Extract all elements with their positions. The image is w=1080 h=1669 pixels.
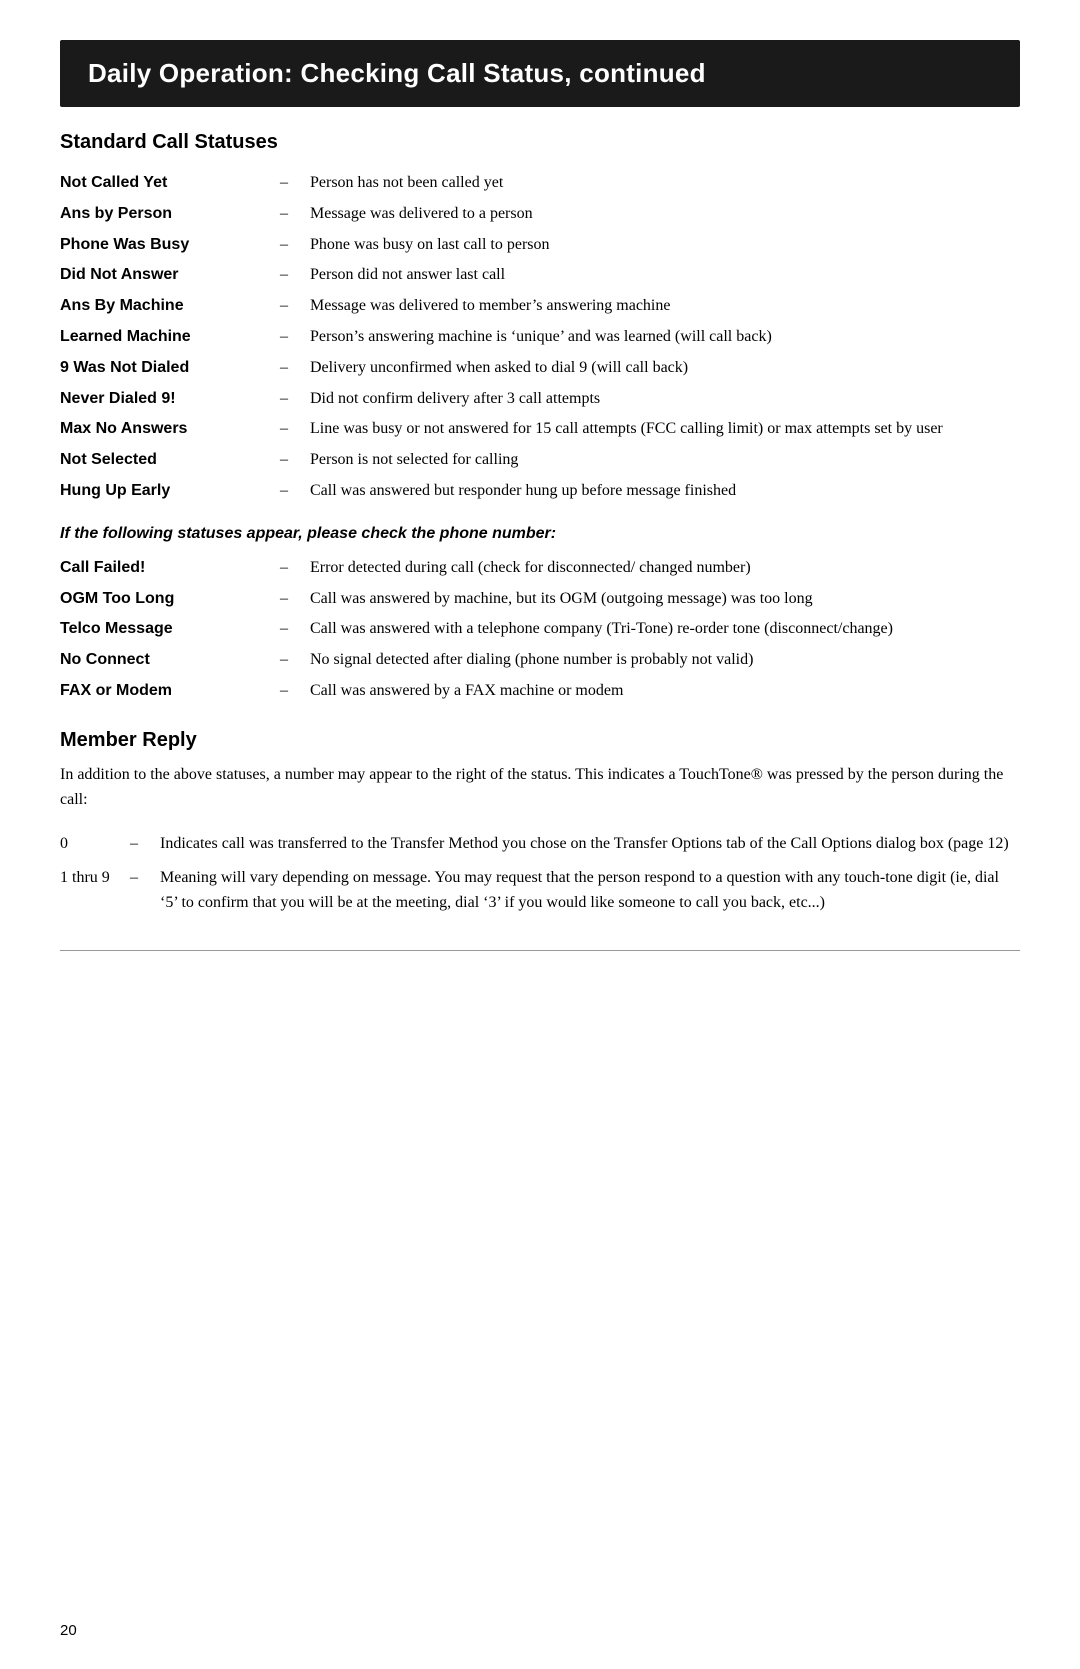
status-row: 9 Was Not Dialed–Delivery unconfirmed wh… xyxy=(60,353,1020,384)
status-dash: – xyxy=(280,260,310,291)
reply-number: 0 xyxy=(60,827,130,861)
status-desc: Person is not selected for calling xyxy=(310,445,1020,476)
status-row: Ans by Person–Message was delivered to a… xyxy=(60,199,1020,230)
status-desc: Line was busy or not answered for 15 cal… xyxy=(310,414,1020,445)
status-term: Not Selected xyxy=(60,445,280,476)
status-desc: Call was answered but responder hung up … xyxy=(310,476,1020,507)
status-dash: – xyxy=(280,168,310,199)
status-term: FAX or Modem xyxy=(60,676,280,707)
status-row: Call Failed!–Error detected during call … xyxy=(60,553,1020,584)
status-desc: Phone was busy on last call to person xyxy=(310,230,1020,261)
member-reply-section: Member Reply In addition to the above st… xyxy=(60,729,1020,920)
status-dash: – xyxy=(280,553,310,584)
reply-number: 1 thru 9 xyxy=(60,861,130,920)
status-row: Did Not Answer–Person did not answer las… xyxy=(60,260,1020,291)
page-header: Daily Operation: Checking Call Status, c… xyxy=(60,40,1020,107)
page-separator xyxy=(60,950,1020,951)
status-term: Ans by Person xyxy=(60,199,280,230)
status-term: Hung Up Early xyxy=(60,476,280,507)
reply-dash: – xyxy=(130,861,160,920)
standard-call-statuses-section: Standard Call Statuses Not Called Yet–Pe… xyxy=(60,131,1020,507)
status-row: Learned Machine–Person’s answering machi… xyxy=(60,322,1020,353)
reply-dash: – xyxy=(130,827,160,861)
page-title: Daily Operation: Checking Call Status, c… xyxy=(88,58,706,88)
status-term: Telco Message xyxy=(60,614,280,645)
status-term: Call Failed! xyxy=(60,553,280,584)
status-term: Did Not Answer xyxy=(60,260,280,291)
status-row: Phone Was Busy–Phone was busy on last ca… xyxy=(60,230,1020,261)
status-row: FAX or Modem–Call was answered by a FAX … xyxy=(60,676,1020,707)
status-desc: Person’s answering machine is ‘unique’ a… xyxy=(310,322,1020,353)
status-dash: – xyxy=(280,476,310,507)
status-term: No Connect xyxy=(60,645,280,676)
status-dash: – xyxy=(280,291,310,322)
status-row: Ans By Machine–Message was delivered to … xyxy=(60,291,1020,322)
member-reply-title: Member Reply xyxy=(60,729,1020,752)
member-reply-intro: In addition to the above statuses, a num… xyxy=(60,762,1020,813)
status-row: Not Selected–Person is not selected for … xyxy=(60,445,1020,476)
reply-desc: Indicates call was transferred to the Tr… xyxy=(160,827,1020,861)
status-dash: – xyxy=(280,199,310,230)
status-row: No Connect–No signal detected after dial… xyxy=(60,645,1020,676)
status-dash: – xyxy=(280,614,310,645)
status-dash: – xyxy=(280,676,310,707)
status-desc: Call was answered by a FAX machine or mo… xyxy=(310,676,1020,707)
status-term: Learned Machine xyxy=(60,322,280,353)
status-dash: – xyxy=(280,645,310,676)
phone-check-statuses-table: Call Failed!–Error detected during call … xyxy=(60,553,1020,707)
status-term: Phone Was Busy xyxy=(60,230,280,261)
status-dash: – xyxy=(280,384,310,415)
status-term: Ans By Machine xyxy=(60,291,280,322)
status-desc: Call was answered with a telephone compa… xyxy=(310,614,1020,645)
page-number: 20 xyxy=(60,1622,77,1639)
status-dash: – xyxy=(280,230,310,261)
status-term: OGM Too Long xyxy=(60,584,280,615)
status-desc: No signal detected after dialing (phone … xyxy=(310,645,1020,676)
status-desc: Error detected during call (check for di… xyxy=(310,553,1020,584)
status-desc: Delivery unconfirmed when asked to dial … xyxy=(310,353,1020,384)
status-desc: Message was delivered to a person xyxy=(310,199,1020,230)
status-row: Telco Message–Call was answered with a t… xyxy=(60,614,1020,645)
status-row: Hung Up Early–Call was answered but resp… xyxy=(60,476,1020,507)
status-dash: – xyxy=(280,445,310,476)
status-dash: – xyxy=(280,584,310,615)
status-term: Not Called Yet xyxy=(60,168,280,199)
member-reply-items-table: 0–Indicates call was transferred to the … xyxy=(60,827,1020,920)
status-term: 9 Was Not Dialed xyxy=(60,353,280,384)
status-term: Never Dialed 9! xyxy=(60,384,280,415)
status-desc: Did not confirm delivery after 3 call at… xyxy=(310,384,1020,415)
status-dash: – xyxy=(280,322,310,353)
status-row: Never Dialed 9!–Did not confirm delivery… xyxy=(60,384,1020,415)
member-reply-row: 0–Indicates call was transferred to the … xyxy=(60,827,1020,861)
status-term: Max No Answers xyxy=(60,414,280,445)
member-reply-row: 1 thru 9–Meaning will vary depending on … xyxy=(60,861,1020,920)
status-row: Max No Answers–Line was busy or not answ… xyxy=(60,414,1020,445)
status-desc: Person has not been called yet xyxy=(310,168,1020,199)
status-desc: Person did not answer last call xyxy=(310,260,1020,291)
status-desc: Call was answered by machine, but its OG… xyxy=(310,584,1020,615)
status-dash: – xyxy=(280,414,310,445)
phone-check-heading: If the following statuses appear, please… xyxy=(60,525,1020,543)
standard-statuses-table: Not Called Yet–Person has not been calle… xyxy=(60,168,1020,507)
status-desc: Message was delivered to member’s answer… xyxy=(310,291,1020,322)
status-dash: – xyxy=(280,353,310,384)
page: Daily Operation: Checking Call Status, c… xyxy=(0,0,1080,1669)
status-row: Not Called Yet–Person has not been calle… xyxy=(60,168,1020,199)
status-row: OGM Too Long–Call was answered by machin… xyxy=(60,584,1020,615)
standard-section-title: Standard Call Statuses xyxy=(60,131,1020,154)
reply-desc: Meaning will vary depending on message. … xyxy=(160,861,1020,920)
